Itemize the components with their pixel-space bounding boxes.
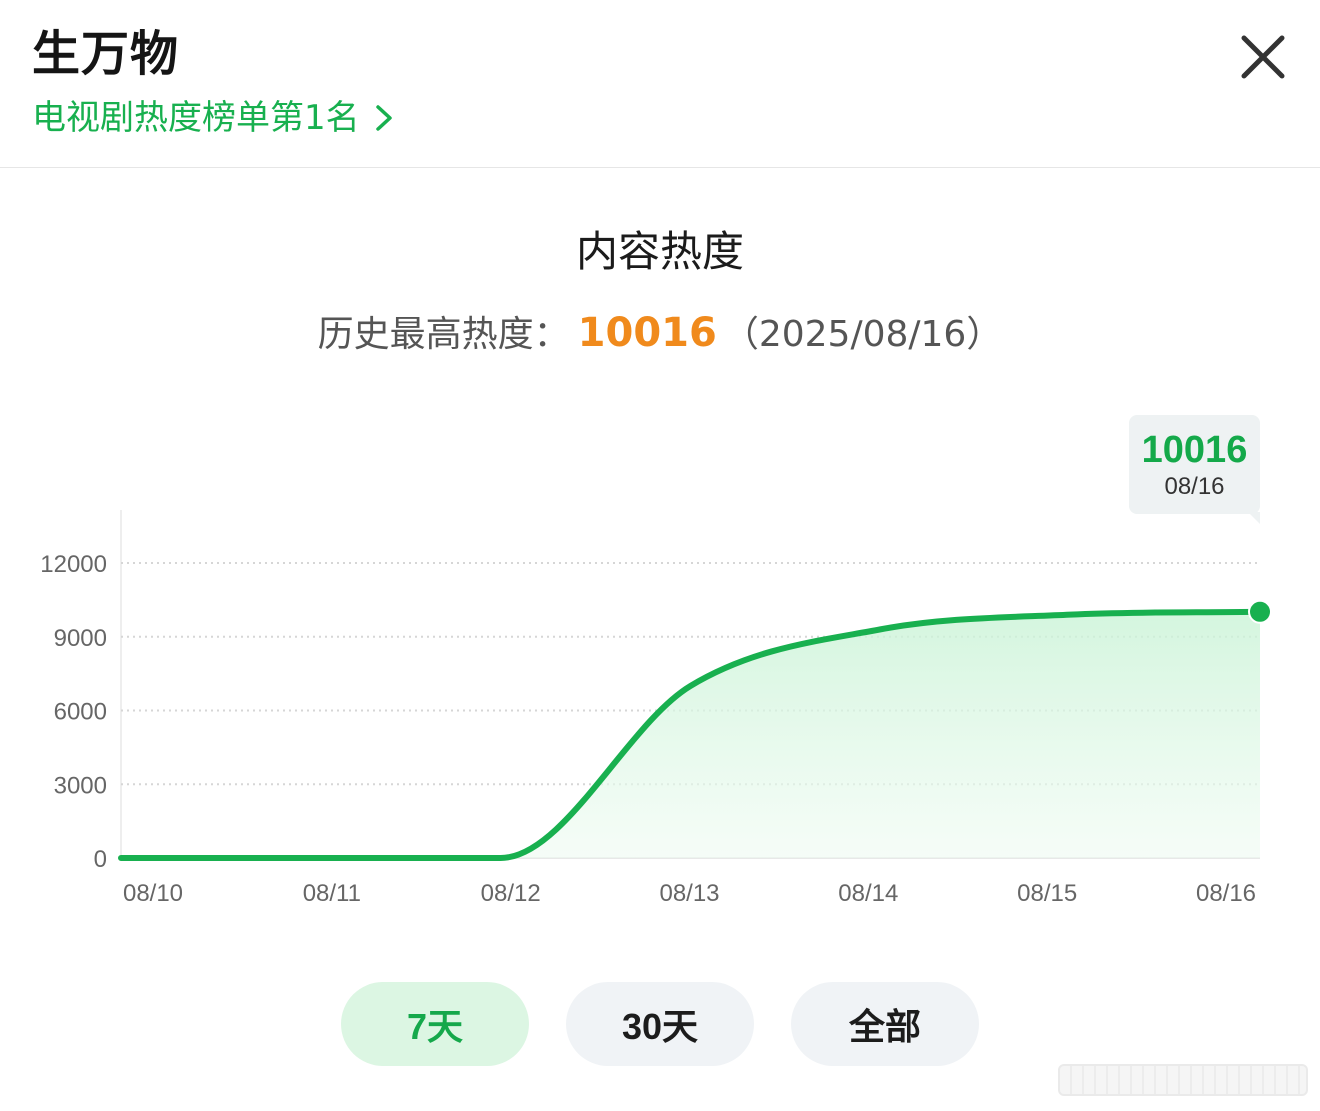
rank-link-label: 电视剧热度榜单第1名	[32, 98, 360, 138]
range-tab-30d[interactable]: 30天	[566, 982, 754, 1066]
tooltip-tail	[1248, 512, 1260, 524]
range-tab-all[interactable]: 全部	[791, 982, 979, 1066]
x-tick-label: 08/12	[481, 880, 541, 907]
chevron-right-icon	[375, 105, 392, 131]
header-divider	[0, 167, 1320, 168]
heat-chart: 0 3000 6000 9000 12000 08/10 08/11 08/12 08/13 0…	[40, 510, 1272, 907]
x-tick-label: 08/11	[303, 880, 361, 907]
tooltip-value: 10016	[1141, 429, 1248, 471]
history-peak-line: 历史最高热度： 10016 （2025/08/16）	[0, 306, 1320, 362]
rank-link[interactable]: 电视剧热度榜单第1名	[32, 94, 394, 142]
watermark	[1058, 1064, 1308, 1096]
range-tabs: 7天 30天 全部	[0, 982, 1320, 1066]
history-prefix: 历史最高热度：	[317, 314, 570, 355]
x-tick-label: 08/14	[838, 880, 898, 907]
tooltip-date: 08/16	[1164, 473, 1225, 500]
series-area	[121, 611, 1260, 858]
range-tab-7d[interactable]: 7天	[341, 982, 529, 1066]
highlight-point	[1248, 599, 1272, 624]
sheet-header: 生万物 电视剧热度榜单第1名	[0, 0, 1320, 168]
x-tick-label: 08/13	[659, 880, 719, 907]
section-title: 内容热度	[575, 227, 744, 276]
show-title: 生万物	[32, 26, 180, 82]
x-tick-label: 08/15	[1017, 880, 1077, 907]
value-tooltip: 10016 08/16	[1129, 415, 1260, 524]
close-icon[interactable]	[1236, 30, 1290, 84]
history-peak-date: （2025/08/16）	[722, 314, 1003, 355]
history-peak-value: 10016	[577, 310, 717, 356]
y-tick-label: 12000	[40, 551, 107, 578]
y-tick-label: 3000	[54, 772, 107, 799]
x-tick-label: 08/10	[123, 880, 183, 907]
x-tick-label: 08/16	[1196, 880, 1256, 907]
y-tick-label: 9000	[54, 625, 107, 652]
y-tick-label: 6000	[54, 699, 107, 726]
y-tick-label: 0	[94, 846, 107, 873]
